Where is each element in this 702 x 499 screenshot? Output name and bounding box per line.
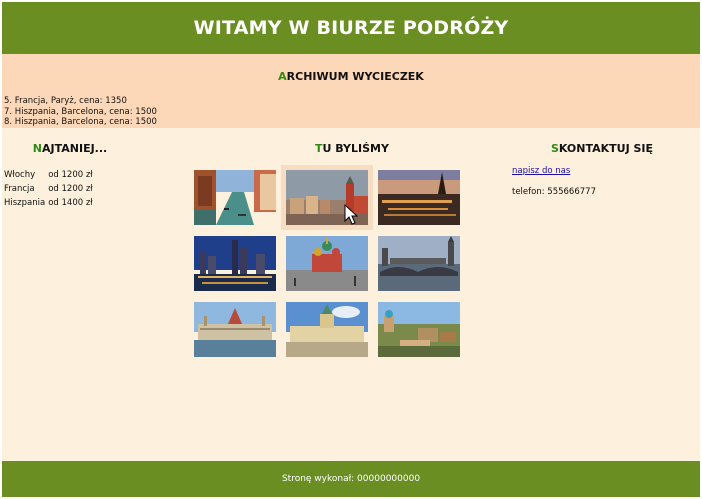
archive-list: 5. Francja, Paryż, cena: 1350 7. Hiszpan… [4,96,157,128]
archive-heading-first-letter: A [278,70,287,83]
archive-section: ARCHIWUM WYCIECZEK 5. Francja, Paryż, ce… [2,54,700,128]
archive-heading: ARCHIWUM WYCIECZEK [2,70,700,83]
table-row: Hiszpania od 1400 zł [3,196,95,210]
photo-paris-evening[interactable] [378,170,460,225]
photo-city-skyline-night[interactable] [194,236,276,291]
gallery-heading-first-letter: T [315,142,323,155]
london-photo-image [378,236,460,291]
archive-item: 8. Hiszpania, Barcelona, cena: 1500 [4,117,157,127]
contact-heading-rest: KONTAKTUJ SIĘ [558,142,654,155]
skyline-photo-image [194,236,276,291]
page-title: WITAMY W BIURZE PODRÓŻY [193,17,509,39]
venice-photo-image [194,170,276,225]
contact-phone: telefon: 555666777 [512,187,596,197]
price-table: Włochy od 1200 zł Francja od 1200 zł His… [3,168,95,210]
gallery-heading: TU BYLIŚMY [182,142,542,155]
photo-barcelona-park-guell[interactable] [378,302,460,357]
berlin-photo-image [286,302,368,357]
country-cell: Hiszpania [4,198,46,208]
photo-berlin-palace[interactable] [286,302,368,357]
page: WITAMY W BIURZE PODRÓŻY ARCHIWUM WYCIECZ… [2,2,700,497]
contact-heading: SKONTAKTUJ SIĘ [502,142,702,155]
cheapest-heading-rest: AJTANIEJ... [42,142,108,155]
footer: Stronę wykonał: 00000000000 [2,461,700,497]
gallery-heading-rest: U BYLIŚMY [322,142,389,155]
price-cell: od 1200 zł [48,184,93,194]
table-row: Francja od 1200 zł [3,182,95,196]
table-row: Włochy od 1200 zł [3,168,95,182]
photo-london-bridge[interactable] [378,236,460,291]
paris-photo-image [378,170,460,225]
header-banner: WITAMY W BIURZE PODRÓŻY [2,2,700,54]
barcelona-photo-image [378,302,460,357]
price-cell: od 1400 zł [48,198,93,208]
photo-budapest-parliament[interactable] [194,302,276,357]
moscow-photo-image [286,236,368,291]
footer-text: Stronę wykonał: 00000000000 [281,474,421,484]
photo-moscow-cathedral[interactable] [286,236,368,291]
contact-link[interactable]: napisz do nas [512,166,570,176]
cheapest-heading: NAJTANIEJ... [2,142,138,155]
archive-item: 5. Francja, Paryż, cena: 1350 [4,96,127,106]
country-cell: Włochy [4,170,36,180]
archive-heading-rest: RCHIWUM WYCIECZEK [286,70,424,83]
archive-item: 7. Hiszpania, Barcelona, cena: 1500 [4,106,157,117]
cheapest-heading-first-letter: N [32,142,42,155]
country-cell: Francja [4,184,35,194]
contact-heading-first-letter: S [550,142,559,155]
price-cell: od 1200 zł [48,170,93,180]
budapest-photo-image [194,302,276,357]
photo-venice-canal[interactable] [194,170,276,225]
mouse-pointer-icon [344,204,358,225]
